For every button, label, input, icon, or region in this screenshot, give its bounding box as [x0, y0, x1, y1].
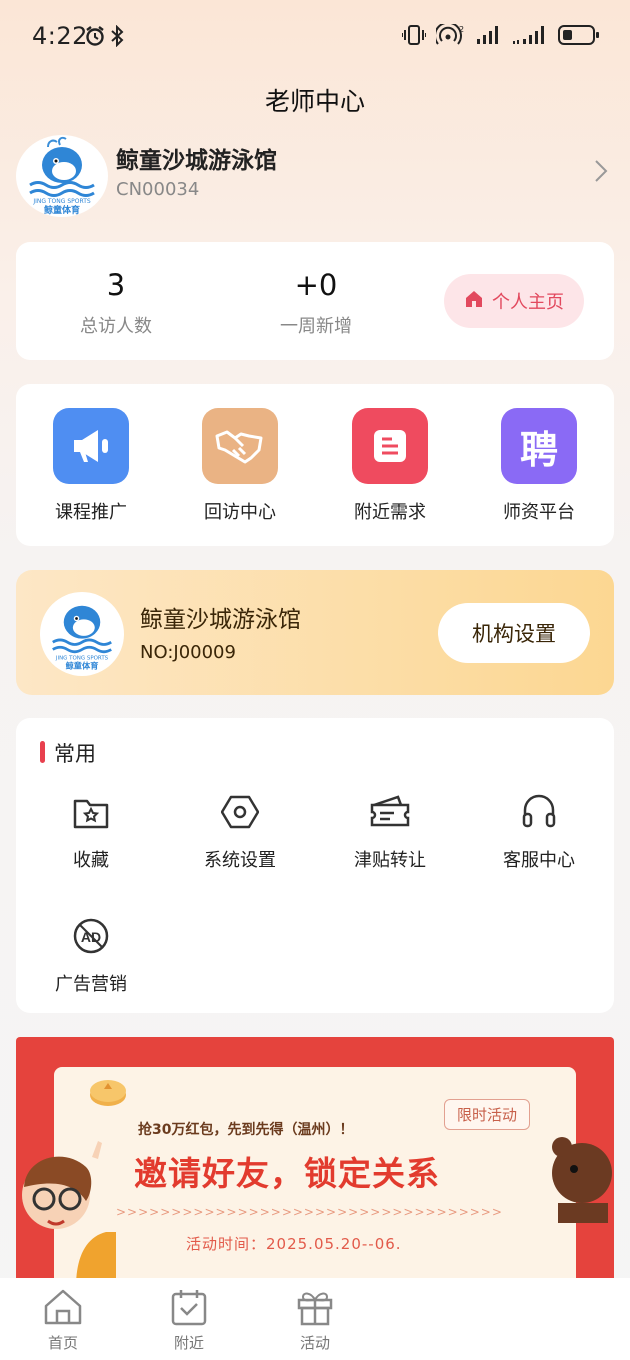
feature-label: 回访中心: [204, 502, 276, 523]
favorite-folder-icon: [26, 790, 156, 834]
avatar: JING TONG SPORTS 鲸童体育: [16, 135, 108, 217]
promo-banner[interactable]: 限时活动 抢30万红包，先到先得（温州）！ 邀请好友，锁定关系 >>>>>>>>…: [16, 1037, 614, 1297]
logo-text-en: JING TONG SPORTS: [32, 198, 91, 205]
stat-visitors-value: 3: [106, 268, 126, 302]
alarm-icon: [84, 25, 106, 51]
feature-label: 附近需求: [354, 502, 426, 523]
whale-logo-icon: JING TONG SPORTS 鲸童体育: [29, 136, 95, 216]
feature-teacher-platform[interactable]: 聘 师资平台: [479, 408, 599, 524]
logo-text-zh: 鲸童体育: [43, 204, 80, 216]
svg-text:AD: AD: [81, 929, 101, 945]
common-item-customer-service[interactable]: 客服中心: [474, 790, 604, 872]
chevron-right-icon[interactable]: [594, 159, 608, 187]
common-section: 常用 收藏 系统设置 津贴转让 客服中心 AD 广告营销: [16, 718, 614, 1013]
signal-icon: [476, 25, 502, 49]
vibrate-icon: [401, 24, 427, 50]
coin-icon: [90, 1080, 126, 1106]
ad-icon: AD: [26, 914, 156, 958]
common-item-label: 客服中心: [503, 850, 575, 871]
profile-row[interactable]: JING TONG SPORTS 鲸童体育 鲸童沙城游泳馆 CN00034: [16, 135, 614, 217]
tab-label: 活动: [299, 1334, 330, 1352]
girl-illustration-icon: [22, 1141, 116, 1292]
banner-date: 活动时间：2025.05.20--06.: [186, 1235, 402, 1253]
signal-icon-2: [512, 25, 548, 49]
common-item-favorites[interactable]: 收藏: [26, 790, 156, 872]
tab-activity[interactable]: 活动: [270, 1288, 360, 1353]
organization-name: 鲸童沙城游泳馆: [140, 607, 301, 633]
homepage-button-label: 个人主页: [492, 292, 564, 313]
logo-text-zh: 鲸童体育: [66, 661, 99, 671]
gift-icon: [297, 1292, 333, 1326]
tab-nearby[interactable]: 附近: [144, 1288, 234, 1353]
home-icon: [464, 289, 484, 314]
bear-illustration-icon: [552, 1137, 612, 1223]
organization-settings-button[interactable]: 机构设置: [438, 603, 590, 663]
stats-card: 3 总访人数 +0 一周新增 个人主页: [16, 242, 614, 360]
stat-weekly-label: 一周新增: [280, 316, 352, 337]
megaphone-icon: [53, 408, 129, 484]
feature-grid: 课程推广 回访中心 附近需求 聘 师资平台: [16, 384, 614, 546]
bottom-tab-bar: 首页 附近 活动: [0, 1278, 630, 1360]
section-title: 常用: [40, 738, 96, 768]
banner-subtitle: 抢30万红包，先到先得（温州）！: [138, 1122, 354, 1138]
banner-arrows: >>>>>>>>>>>>>>>>>>>>>>>>>>>>>>>>>>>: [116, 1205, 503, 1219]
nearby-check-icon: [171, 1290, 207, 1326]
common-item-label: 津贴转让: [354, 850, 426, 871]
common-item-allowance-transfer[interactable]: 津贴转让: [325, 790, 455, 872]
profile-code: CN00034: [116, 179, 200, 200]
common-item-label: 广告营销: [55, 974, 127, 995]
common-item-label: 系统设置: [204, 850, 276, 871]
bluetooth-icon: [110, 24, 124, 51]
common-item-advertising[interactable]: AD 广告营销: [26, 914, 156, 996]
common-item-system-settings[interactable]: 系统设置: [175, 790, 305, 872]
ticket-transfer-icon: [325, 790, 455, 834]
handshake-icon: [202, 408, 278, 484]
battery-icon: [558, 24, 600, 50]
organization-avatar: JING TONG SPORTS 鲸童体育: [40, 592, 124, 676]
settings-hexagon-icon: [175, 790, 305, 834]
whale-logo-icon: JING TONG SPORTS 鲸童体育: [52, 605, 112, 671]
tab-label: 附近: [173, 1334, 204, 1352]
common-item-label: 收藏: [73, 850, 109, 871]
status-bar: 4:22 2: [0, 0, 630, 72]
hotspot-icon: 2: [434, 21, 466, 50]
stat-visitors[interactable]: 3 总访人数: [16, 268, 216, 338]
tab-label: 首页: [47, 1334, 78, 1352]
tab-home[interactable]: 首页: [18, 1288, 108, 1353]
stat-visitors-label: 总访人数: [80, 316, 152, 337]
recruit-icon: 聘: [501, 408, 577, 484]
headset-icon: [474, 790, 604, 834]
status-time: 4:22: [32, 22, 88, 50]
feature-revisit-center[interactable]: 回访中心: [180, 408, 300, 524]
stat-weekly[interactable]: +0 一周新增: [216, 268, 416, 338]
page-title: 老师中心: [264, 87, 365, 116]
svg-text:2: 2: [459, 25, 464, 34]
feature-label: 师资平台: [503, 502, 575, 523]
feature-label: 课程推广: [55, 502, 127, 523]
home-icon: [44, 1289, 82, 1325]
feature-nearby-demand[interactable]: 附近需求: [330, 408, 450, 524]
profile-name: 鲸童沙城游泳馆: [116, 148, 277, 174]
organization-no: NO:J00009: [140, 642, 236, 663]
banner-headline: 邀请好友，锁定关系: [134, 1154, 440, 1193]
homepage-button[interactable]: 个人主页: [444, 274, 584, 328]
feature-course-promotion[interactable]: 课程推广: [31, 408, 151, 524]
organization-card: JING TONG SPORTS 鲸童体育 鲸童沙城游泳馆 NO:J00009 …: [16, 570, 614, 695]
document-icon: [352, 408, 428, 484]
stat-weekly-value: +0: [294, 268, 338, 302]
limited-activity-tag: 限时活动: [444, 1099, 531, 1130]
